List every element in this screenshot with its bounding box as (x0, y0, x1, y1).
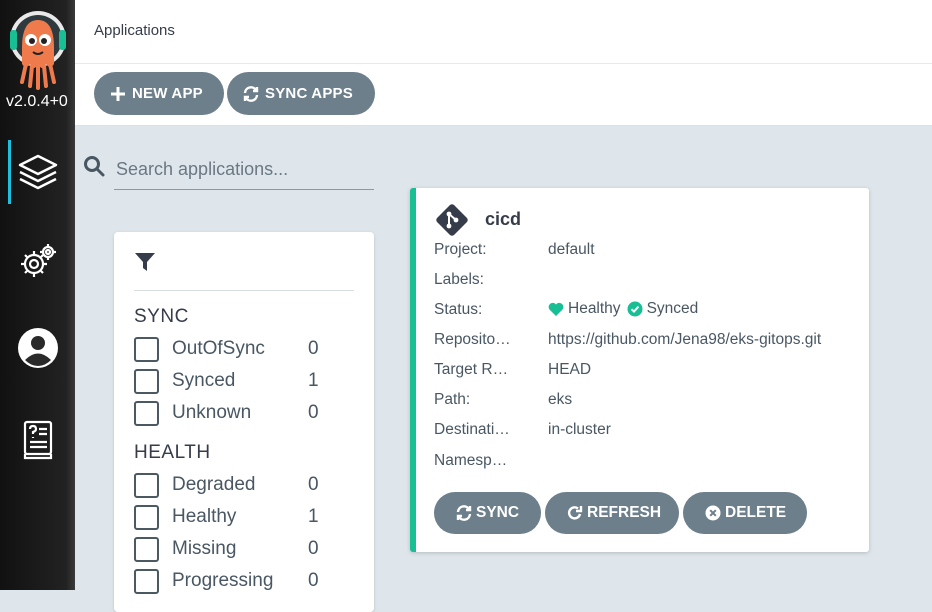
sync-apps-button[interactable]: SYNC APPS (227, 72, 375, 115)
destination-value: in-cluster (548, 421, 611, 438)
filter-label: Degraded (172, 474, 256, 495)
sync-apps-label: SYNC APPS (265, 85, 353, 102)
destination-key: Destinati… (434, 421, 510, 438)
layers-icon (18, 154, 58, 190)
checkbox[interactable] (134, 337, 159, 362)
checkbox[interactable] (134, 401, 159, 426)
health-status: Healthy (568, 300, 621, 317)
sync-button[interactable]: SYNC (434, 492, 541, 534)
toolbar: NEW APP SYNC APPS (75, 64, 932, 126)
sync-icon (456, 505, 472, 521)
filter-outofsync[interactable]: OutOfSync 0 (134, 335, 324, 363)
filter-label: Healthy (172, 506, 237, 527)
filter-missing[interactable]: Missing 0 (134, 535, 324, 563)
filter-label: Synced (172, 370, 236, 391)
filter-count: 0 (308, 338, 319, 359)
target-revision-value: HEAD (548, 361, 592, 378)
project-key: Project: (434, 241, 487, 258)
filter-label: Missing (172, 538, 237, 559)
delete-button[interactable]: DELETE (683, 492, 807, 534)
project-value: default (548, 241, 595, 258)
path-value: eks (548, 391, 573, 408)
git-icon (436, 204, 468, 236)
sync-icon (243, 85, 259, 102)
page-title: Applications (94, 22, 175, 39)
filter-count: 1 (308, 506, 319, 527)
filter-label: Unknown (172, 402, 252, 423)
check-circle-icon (627, 301, 643, 317)
target-revision-key: Target R… (434, 361, 509, 378)
refresh-button[interactable]: REFRESH (545, 492, 679, 534)
sync-label: SYNC (476, 504, 520, 521)
filter-count: 0 (308, 474, 319, 495)
filter-progressing[interactable]: Progressing 0 (134, 567, 324, 595)
checkbox[interactable] (134, 537, 159, 562)
checkbox[interactable] (134, 505, 159, 530)
docs-icon (23, 420, 53, 460)
checkbox[interactable] (134, 569, 159, 594)
nav-user-info[interactable] (0, 317, 75, 377)
times-circle-icon (705, 505, 721, 521)
refresh-label: REFRESH (587, 504, 662, 521)
refresh-icon (567, 505, 583, 521)
nav-applications[interactable] (0, 140, 75, 204)
path-key: Path: (434, 391, 471, 408)
delete-label: DELETE (725, 504, 787, 521)
new-app-button[interactable]: NEW APP (94, 72, 224, 115)
search-icon (84, 156, 105, 177)
plus-icon (110, 86, 126, 102)
health-filter-heading: HEALTH (134, 442, 211, 463)
filter-synced[interactable]: Synced 1 (134, 367, 324, 395)
filter-healthy[interactable]: Healthy 1 (134, 503, 324, 531)
sync-status: Synced (646, 300, 699, 317)
heart-icon (548, 302, 564, 316)
filter-count: 0 (308, 570, 319, 591)
filter-panel: SYNC OutOfSync 0 Synced 1 Unknown 0 HEAL… (114, 232, 374, 612)
status-key: Status: (434, 301, 483, 318)
repository-value: https://github.com/Jena98/eks-gitops.git (548, 331, 822, 348)
sync-filter-heading: SYNC (134, 306, 189, 327)
filter-count: 0 (308, 538, 319, 559)
checkbox[interactable] (134, 473, 159, 498)
filter-icon (135, 253, 155, 271)
status-value: Healthy Synced (548, 300, 704, 318)
filter-count: 0 (308, 402, 319, 423)
sidebar: v2.0.4+0 (0, 0, 75, 590)
filter-label: OutOfSync (172, 338, 265, 359)
version-label: v2.0.4+0 (6, 93, 68, 110)
settings-gears-icon (21, 244, 56, 277)
repository-key: Reposito… (434, 331, 511, 348)
argo-logo[interactable] (8, 8, 68, 90)
namespace-key: Namesp… (434, 452, 508, 469)
filter-divider (134, 290, 354, 291)
checkbox[interactable] (134, 369, 159, 394)
filter-degraded[interactable]: Degraded 0 (134, 471, 324, 499)
filter-count: 1 (308, 370, 319, 391)
labels-key: Labels: (434, 271, 484, 288)
user-icon (18, 328, 58, 368)
header: Applications (75, 0, 932, 64)
app-card[interactable]: cicd Project: default Labels: Status: He… (410, 188, 869, 552)
search-input[interactable] (114, 150, 374, 190)
new-app-label: NEW APP (132, 85, 203, 102)
filter-unknown[interactable]: Unknown 0 (134, 399, 324, 427)
filter-label: Progressing (172, 570, 274, 591)
nav-documentation[interactable] (0, 408, 75, 468)
app-name[interactable]: cicd (485, 209, 521, 230)
nav-settings[interactable] (0, 230, 75, 290)
